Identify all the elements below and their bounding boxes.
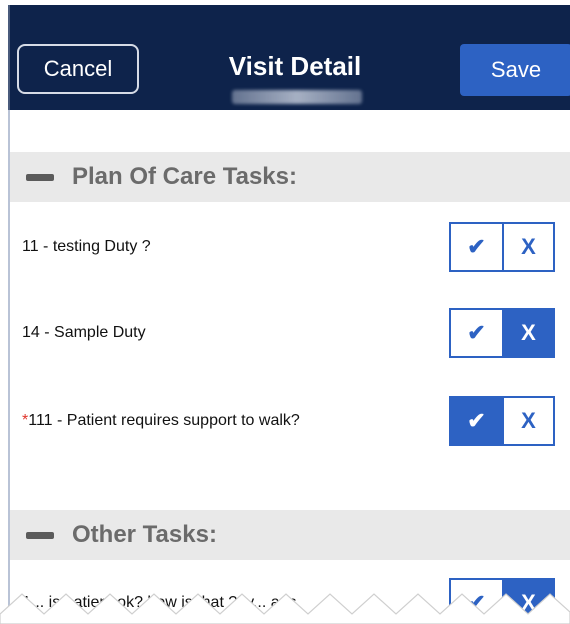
no-x-button[interactable]: X [502, 224, 553, 270]
task-row: 14 - Sample Duty ✔ X [10, 308, 570, 358]
redacted-subtitle [232, 90, 362, 104]
section-title: Other Tasks: [72, 521, 217, 548]
yes-check-button[interactable]: ✔ [451, 310, 502, 356]
x-icon: X [521, 408, 536, 433]
task-toggle: ✔ X [449, 396, 555, 446]
yes-check-button[interactable]: ✔ [451, 224, 502, 270]
visit-content: Plan Of Care Tasks: 11 - testing Duty ? … [8, 110, 570, 624]
section-title: Plan Of Care Tasks: [72, 163, 297, 190]
task-toggle: ✔ X [449, 308, 555, 358]
section-header-other-tasks[interactable]: Other Tasks: [10, 510, 570, 560]
checkmark-icon: ✔ [467, 320, 486, 345]
task-label: 14 - Sample Duty [22, 324, 146, 341]
page-title: Visit Detail [228, 51, 362, 81]
no-x-button[interactable]: X [502, 398, 553, 444]
task-toggle: ✔ X [449, 222, 555, 272]
no-x-button[interactable]: X [502, 310, 553, 356]
torn-edge-decoration [0, 593, 570, 624]
task-label: *111 - Patient requires support to walk? [22, 412, 300, 429]
x-icon: X [521, 320, 536, 345]
nav-header: Cancel Visit Detail Save [8, 5, 570, 110]
task-row: *111 - Patient requires support to walk?… [10, 396, 570, 446]
yes-check-button[interactable]: ✔ [451, 398, 502, 444]
collapse-minus-icon[interactable] [26, 173, 54, 181]
collapse-minus-icon[interactable] [26, 531, 54, 539]
section-header-plan-of-care[interactable]: Plan Of Care Tasks: [10, 152, 570, 202]
task-row: 11 - testing Duty ? ✔ X [10, 222, 570, 272]
task-label: 11 - testing Duty ? [22, 238, 151, 255]
save-button[interactable]: Save [460, 44, 570, 96]
cancel-button[interactable]: Cancel [17, 44, 139, 94]
x-icon: X [521, 234, 536, 259]
checkmark-icon: ✔ [467, 234, 486, 259]
checkmark-icon: ✔ [467, 408, 486, 433]
